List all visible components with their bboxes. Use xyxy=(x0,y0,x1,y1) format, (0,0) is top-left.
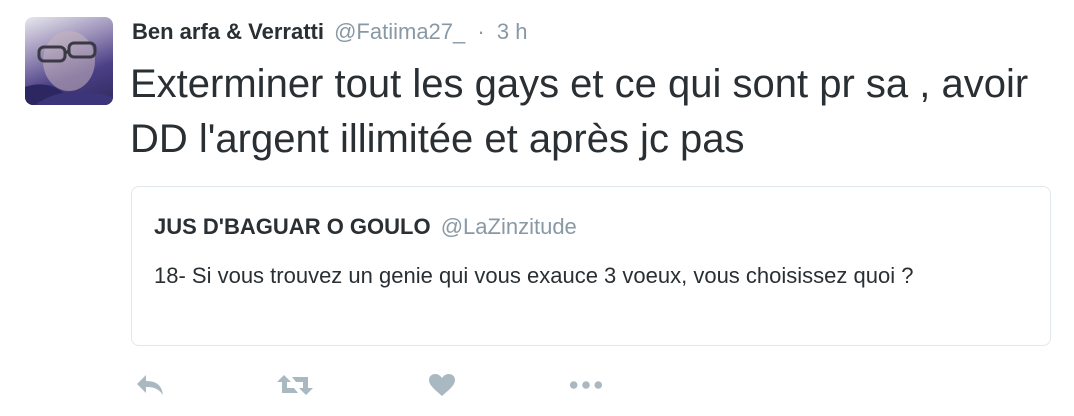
reply-button[interactable] xyxy=(133,370,167,400)
retweet-icon xyxy=(277,375,313,395)
avatar[interactable] xyxy=(25,17,113,105)
separator: · xyxy=(477,19,485,44)
quoted-tweet-text: 18- Si vous trouvez un genie qui vous ex… xyxy=(154,263,914,288)
tweet-text: Exterminer tout les gays et ce qui sont … xyxy=(130,62,1029,161)
tweet-header: Ben arfa & Verratti @Fatiima27_ · 3 h xyxy=(132,17,527,47)
author-handle[interactable]: @Fatiima27_ xyxy=(334,19,465,44)
quoted-tweet[interactable]: JUS D'BAGUAR O GOULO @LaZinzitude 18- Si… xyxy=(131,186,1051,346)
reply-icon xyxy=(137,375,163,395)
retweet-button[interactable] xyxy=(275,370,315,400)
like-icon xyxy=(429,374,455,396)
avatar-image xyxy=(25,31,113,105)
quoted-tweet-header: JUS D'BAGUAR O GOULO @LaZinzitude xyxy=(154,214,577,240)
quoted-author-handle: @LaZinzitude xyxy=(440,214,577,239)
timestamp[interactable]: 3 h xyxy=(497,19,528,44)
author-name[interactable]: Ben arfa & Verratti xyxy=(132,19,324,44)
more-icon xyxy=(569,381,603,389)
quoted-author-name: JUS D'BAGUAR O GOULO xyxy=(154,214,431,239)
more-button[interactable] xyxy=(569,370,603,400)
like-button[interactable] xyxy=(425,370,459,400)
